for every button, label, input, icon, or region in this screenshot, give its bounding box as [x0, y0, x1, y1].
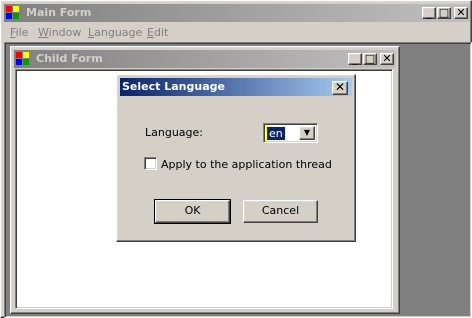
language-select[interactable]: en ▼ — [263, 123, 318, 143]
main-minimize-button[interactable]: _ — [422, 7, 436, 19]
main-close-button[interactable]: ✕ — [454, 7, 468, 19]
menu-language-label: Language — [88, 26, 143, 39]
main-maximize-button[interactable]: □ — [437, 7, 451, 19]
dialog-title: Select Language — [122, 80, 225, 93]
menu-file[interactable]: File — [10, 26, 28, 39]
menu-window-label: Window — [38, 26, 82, 39]
chevron-down-icon[interactable]: ▼ — [299, 126, 315, 140]
dialog-close-button[interactable]: ✕ — [332, 81, 348, 95]
cancel-button[interactable]: Cancel — [243, 200, 318, 223]
menu-language[interactable]: Language — [88, 26, 142, 39]
menu-edit-label: Edit — [147, 26, 169, 39]
app-icon — [6, 6, 20, 20]
apply-thread-label[interactable]: Apply to the application thread — [161, 158, 332, 171]
main-window-title: Main Form — [26, 6, 92, 19]
dialog-title-bar[interactable]: Select Language ✕ — [120, 78, 352, 96]
apply-thread-checkbox[interactable] — [144, 157, 157, 170]
child-maximize-button[interactable]: □ — [363, 53, 377, 65]
child-title-bar[interactable]: Child Form _ □ ✕ — [14, 50, 396, 68]
menu-bar: File Window Language Edit — [4, 23, 470, 41]
menu-edit[interactable]: Edit — [147, 26, 168, 39]
language-selected-value: en — [266, 126, 286, 141]
child-minimize-button[interactable]: _ — [348, 53, 362, 65]
select-language-dialog: Select Language ✕ Language: en ▼ Apply t… — [116, 74, 356, 242]
language-label: Language: — [145, 126, 203, 139]
menu-window[interactable]: Window — [38, 26, 81, 39]
ok-button[interactable]: OK — [154, 199, 231, 224]
child-app-icon — [16, 52, 30, 66]
child-window-title: Child Form — [36, 52, 103, 65]
main-title-bar[interactable]: Main Form _ □ ✕ — [4, 4, 470, 22]
menu-file-label: File — [10, 26, 29, 39]
child-close-button[interactable]: ✕ — [380, 53, 394, 65]
